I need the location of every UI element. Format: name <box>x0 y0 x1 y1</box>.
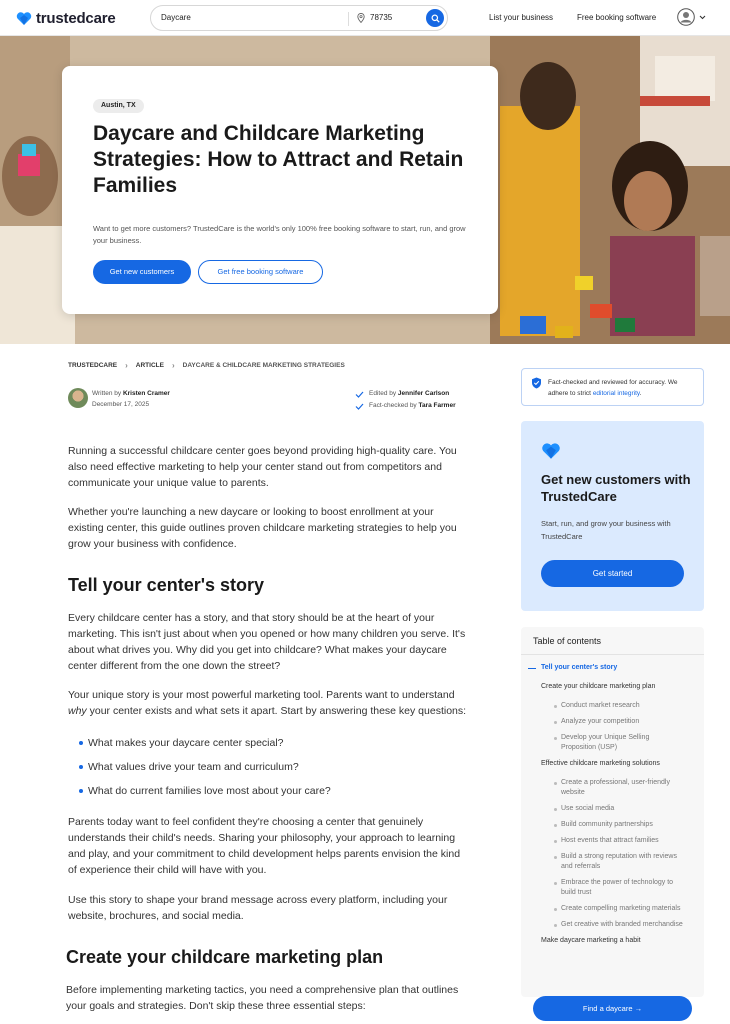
check-icon <box>355 391 364 398</box>
list-business-link[interactable]: List your business <box>489 13 553 22</box>
paragraph: Every childcare center has a story, and … <box>68 612 466 672</box>
free-booking-link[interactable]: Free booking software <box>577 13 656 22</box>
logo-text: trustedcare <box>36 10 116 27</box>
toc-item[interactable]: Conduct market research <box>521 701 686 711</box>
question-list: What makes your daycare center special? … <box>68 735 468 799</box>
toc-item[interactable]: Create compelling marketing materials <box>521 904 686 914</box>
fact-checker-name[interactable]: Tara Farmer <box>419 402 456 409</box>
toc-heading: Table of contents <box>533 636 602 646</box>
heart-logo-icon <box>542 443 560 459</box>
toc-item[interactable]: Effective childcare marketing solutions <box>521 759 704 769</box>
hero-section: Austin, TX Daycare and Childcare Marketi… <box>0 36 730 344</box>
paragraph: Parents today want to feel confident the… <box>68 816 461 876</box>
chevron-right-icon: › <box>171 361 175 370</box>
paragraph: Use this story to shape your brand messa… <box>68 894 448 922</box>
zip-input[interactable]: 78735 <box>370 13 392 22</box>
logo[interactable]: trustedcare <box>16 10 116 27</box>
paragraph: Your unique story is your most powerful … <box>68 687 468 719</box>
promo-card: Get new customers with TrustedCare Start… <box>521 421 704 611</box>
divider <box>521 654 704 655</box>
paragraph: Before implementing marketing tactics, y… <box>66 984 459 1012</box>
page-title: Daycare and Childcare Marketing Strategi… <box>93 122 464 197</box>
table-of-contents: Table of contents Tell your center's sto… <box>521 627 704 997</box>
hero-subtitle: Want to get more customers? TrustedCare … <box>93 224 466 245</box>
check-icon <box>355 403 364 410</box>
editor-info: Edited by Jennifer Carlson Fact-checked … <box>355 388 456 412</box>
author-name[interactable]: Kristen Cramer <box>123 390 170 397</box>
search-input[interactable]: Daycare <box>161 13 191 22</box>
hero-card: Austin, TX Daycare and Childcare Marketi… <box>62 66 498 314</box>
chevron-right-icon: › <box>125 361 128 370</box>
toc-item[interactable]: Use social media <box>521 804 686 814</box>
location-badge: Austin, TX <box>93 99 144 113</box>
author-info: Written by Kristen Cramer December 17, 2… <box>68 388 170 410</box>
find-daycare-label: Find a daycare <box>582 1004 633 1013</box>
paragraph-text: Your unique story is your most powerful … <box>68 689 455 701</box>
get-free-booking-button[interactable]: Get free booking software <box>198 260 323 284</box>
location-pin-icon <box>357 13 365 23</box>
section-heading: Create your childcare marketing plan <box>66 947 384 967</box>
toc-item[interactable]: Create your childcare marketing plan <box>521 682 704 692</box>
edited-by-label: Edited by <box>369 390 397 397</box>
list-item: What do current families love most about… <box>68 783 468 799</box>
toc-item[interactable]: Create a professional, user-friendly web… <box>521 778 686 798</box>
editor-name[interactable]: Jennifer Carlson <box>398 390 449 397</box>
toc-item[interactable]: Tell your center's story <box>521 663 704 673</box>
top-navigation: trustedcare Daycare 78735 List your busi… <box>0 0 730 36</box>
emphasis-text: why <box>68 705 87 717</box>
list-item: What values drive your team and curricul… <box>68 759 468 775</box>
fact-check-end: . <box>639 390 642 397</box>
toc-item[interactable]: Get creative with branded merchandise <box>521 920 686 930</box>
promo-subtitle: Start, run, and grow your business with … <box>541 519 671 541</box>
promo-title: Get new customers with TrustedCare <box>541 472 691 504</box>
editorial-integrity-link[interactable]: editorial integrity <box>593 390 640 397</box>
account-menu[interactable] <box>677 8 706 26</box>
toc-item[interactable]: Host events that attract families <box>521 836 686 846</box>
toc-item[interactable]: Build a strong reputation with reviews a… <box>521 852 686 872</box>
heart-logo-icon <box>16 11 32 25</box>
search-button[interactable] <box>426 9 444 27</box>
fact-check-notice: Fact-checked and reviewed for accuracy. … <box>521 368 704 406</box>
toc-item[interactable]: Develop your Unique Selling Proposition … <box>521 733 686 753</box>
get-started-button[interactable]: Get started <box>541 560 684 587</box>
toc-item[interactable]: Embrace the power of technology to build… <box>521 878 686 898</box>
fact-checked-label: Fact-checked by <box>369 402 417 409</box>
search-divider <box>348 12 349 26</box>
arrow-right-icon: → <box>634 1004 643 1013</box>
paragraph: Running a successful childcare center go… <box>68 445 457 489</box>
written-by-label: Written by <box>92 390 122 397</box>
breadcrumb-current: DAYCARE & CHILDCARE MARKETING STRATEGIES <box>182 362 345 369</box>
breadcrumb-home[interactable]: TRUSTEDCARE <box>68 362 117 369</box>
toc-item[interactable]: Make daycare marketing a habit <box>521 936 704 946</box>
toc-list: Tell your center's story Create your chil… <box>521 663 704 955</box>
find-daycare-button[interactable]: Find a daycare → <box>533 996 692 1021</box>
paragraph-text: your center exists and what sets it apar… <box>89 705 467 717</box>
list-item: What makes your daycare center special? <box>68 735 468 751</box>
toc-item[interactable]: Build community partnerships <box>521 820 686 830</box>
get-new-customers-button[interactable]: Get new customers <box>93 260 191 284</box>
user-avatar-icon <box>677 8 695 26</box>
paragraph: Whether you're launching a new daycare o… <box>68 506 457 550</box>
search-bar[interactable]: Daycare 78735 <box>150 5 448 31</box>
article-body: Running a successful childcare center go… <box>66 443 468 1014</box>
publish-date: December 17, 2025 <box>92 401 150 408</box>
chevron-down-icon <box>699 15 706 19</box>
shield-check-icon <box>532 377 541 389</box>
search-icon <box>430 13 440 23</box>
author-avatar <box>68 388 88 408</box>
section-heading: Tell your center's story <box>68 575 265 595</box>
breadcrumb: TRUSTEDCARE › ARTICLE › DAYCARE & CHILDC… <box>68 361 345 370</box>
toc-item[interactable]: Analyze your competition <box>521 717 686 727</box>
breadcrumb-article[interactable]: ARTICLE <box>136 362 164 369</box>
